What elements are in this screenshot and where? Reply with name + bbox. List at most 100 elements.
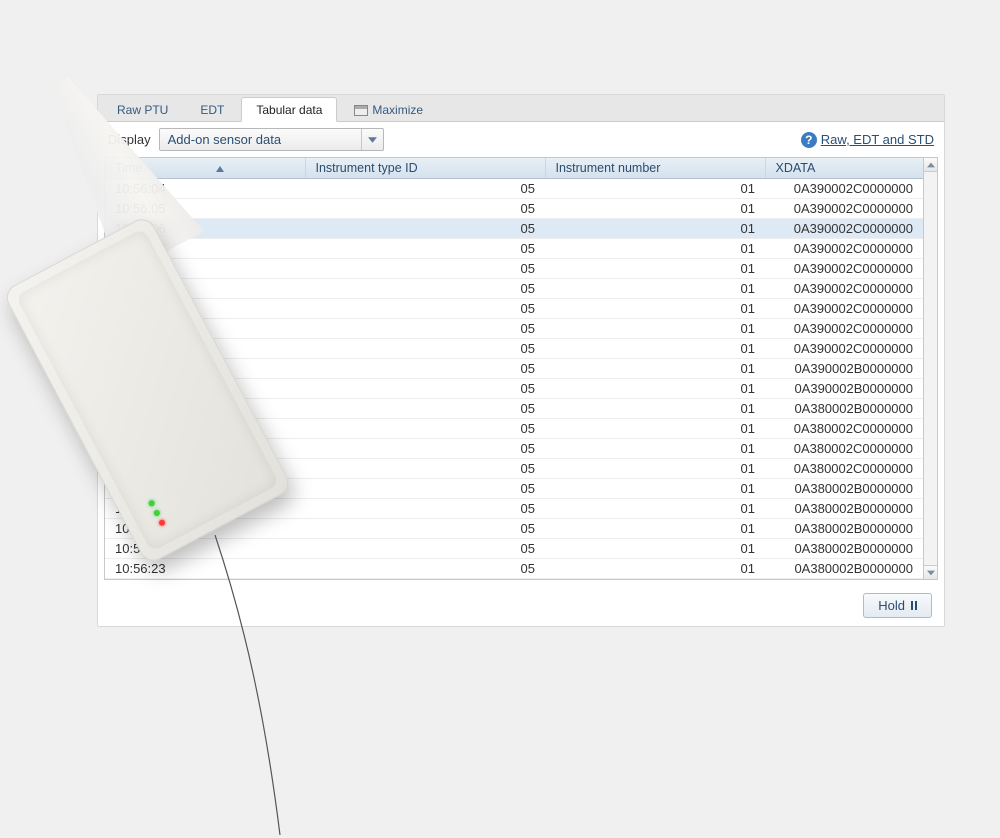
scroll-up-icon[interactable] [924,158,937,172]
table-row[interactable]: 05010A390002C0000000 [105,259,923,279]
table-row[interactable]: 10:56:2205010A380002B0000000 [105,539,923,559]
cell-xdata: 0A380002B0000000 [765,519,923,539]
cell-xdata: 0A380002B0000000 [765,559,923,579]
hold-button[interactable]: Hold [863,593,932,618]
cell-instrument-type-id: 05 [305,359,545,379]
table-row[interactable]: 10:56:2305010A380002B0000000 [105,559,923,579]
cell-instrument-type-id: 05 [305,199,545,219]
table-row[interactable]: 10:56:05010A380002C0000000 [105,439,923,459]
cell-instrument-type-id: 05 [305,299,545,319]
vertical-scrollbar[interactable] [924,157,938,580]
cell-instrument-type-id: 05 [305,479,545,499]
table-row[interactable]: 05010A390002C0000000 [105,299,923,319]
cell-instrument-number: 01 [545,479,765,499]
cell-xdata: 0A390002C0000000 [765,259,923,279]
cell-time: 10:56:23 [105,559,305,579]
cell-xdata: 0A380002C0000000 [765,459,923,479]
cell-instrument-type-id: 05 [305,319,545,339]
cell-instrument-type-id: 05 [305,459,545,479]
help-icon[interactable]: ? [801,132,817,148]
cell-instrument-number: 01 [545,299,765,319]
display-dropdown[interactable]: Add-on sensor data [159,128,384,151]
cell-instrument-type-id: 05 [305,239,545,259]
cell-xdata: 0A380002B0000000 [765,539,923,559]
cell-instrument-type-id: 05 [305,499,545,519]
cell-instrument-type-id: 05 [305,279,545,299]
table-row[interactable]: 10:56:1805010A380002C0000000 [105,459,923,479]
cell-time: 10:56:07 [105,239,305,259]
cell-xdata: 0A390002C0000000 [765,219,923,239]
table-row[interactable]: 05010A390002C0000000 [105,319,923,339]
cell-time [105,339,305,359]
cell-time: 10:56:20 [105,499,305,519]
tab-edt[interactable]: EDT [185,97,239,121]
cell-xdata: 0A380002B0000000 [765,499,923,519]
cell-instrument-type-id: 05 [305,559,545,579]
table-row[interactable]: 1005010A390002B0000000 [105,379,923,399]
cell-xdata: 0A390002B0000000 [765,379,923,399]
col-instrument-number[interactable]: Instrument number [545,158,765,179]
cell-instrument-type-id: 05 [305,179,545,199]
table-row[interactable]: 10:56:0705010A390002C0000000 [105,239,923,259]
cell-time: 10:56:21 [105,519,305,539]
cell-instrument-number: 01 [545,199,765,219]
cell-time: 10:56:22 [105,539,305,559]
cell-instrument-type-id: 05 [305,539,545,559]
table-row[interactable]: 10:56:0605010A390002C0000000 [105,219,923,239]
cell-instrument-number: 01 [545,339,765,359]
cell-time: 10:5 [105,419,305,439]
table-row[interactable]: 105010A390002B0000000 [105,359,923,379]
cell-xdata: 0A390002C0000000 [765,339,923,359]
table-row[interactable]: 10:56:1905010A380002B0000000 [105,479,923,499]
cell-xdata: 0A390002C0000000 [765,199,923,219]
scroll-down-icon[interactable] [924,565,937,579]
maximize-icon [354,105,368,116]
cell-xdata: 0A390002C0000000 [765,299,923,319]
table-row[interactable]: 10:56:0405010A390002C0000000 [105,179,923,199]
cell-instrument-type-id: 05 [305,339,545,359]
cell-xdata: 0A380002B0000000 [765,479,923,499]
tab-raw-ptu[interactable]: Raw PTU [102,97,183,121]
tab-tabular-data[interactable]: Tabular data [241,97,337,122]
cell-xdata: 0A390002B0000000 [765,359,923,379]
toolbar: Display Add-on sensor data ? Raw, EDT an… [98,122,944,157]
table-row[interactable]: 10:05010A380002B0000000 [105,399,923,419]
help-area: ? Raw, EDT and STD [801,132,934,148]
cell-instrument-type-id: 05 [305,259,545,279]
help-link[interactable]: Raw, EDT and STD [821,132,934,147]
col-time[interactable]: Time [105,158,305,179]
sort-asc-icon [216,166,224,172]
cell-xdata: 0A380002C0000000 [765,419,923,439]
cell-xdata: 0A390002C0000000 [765,279,923,299]
table-row[interactable]: 10:56:0505010A390002C0000000 [105,199,923,219]
cell-instrument-type-id: 05 [305,519,545,539]
cell-instrument-number: 01 [545,539,765,559]
cell-time: 10: [105,399,305,419]
cell-instrument-number: 01 [545,499,765,519]
tab-bar: Raw PTU EDT Tabular data Maximize [98,95,944,122]
table-row[interactable]: 05010A390002C0000000 [105,339,923,359]
cell-instrument-type-id: 05 [305,379,545,399]
col-instrument-type-id[interactable]: Instrument type ID [305,158,545,179]
data-panel: Raw PTU EDT Tabular data Maximize Displa… [97,94,945,627]
cell-instrument-type-id: 05 [305,419,545,439]
cell-instrument-number: 01 [545,399,765,419]
col-xdata[interactable]: XDATA [765,158,923,179]
cell-xdata: 0A380002C0000000 [765,439,923,459]
table-row[interactable]: 10:56:2005010A380002B0000000 [105,499,923,519]
cell-time: 1 [105,359,305,379]
table-row[interactable]: 10:56:2105010A380002B0000000 [105,519,923,539]
cell-time: 10:56:19 [105,479,305,499]
chevron-down-icon [361,129,383,150]
table-row[interactable]: 10:505010A380002C0000000 [105,419,923,439]
cell-time [105,319,305,339]
cell-instrument-number: 01 [545,279,765,299]
panel-footer: Hold [98,586,944,626]
tab-maximize[interactable]: Maximize [339,97,438,121]
cell-instrument-number: 01 [545,519,765,539]
cell-instrument-number: 01 [545,239,765,259]
cell-instrument-number: 01 [545,259,765,279]
cell-instrument-number: 01 [545,319,765,339]
table-row[interactable]: 05010A390002C0000000 [105,279,923,299]
cell-xdata: 0A380002B0000000 [765,399,923,419]
